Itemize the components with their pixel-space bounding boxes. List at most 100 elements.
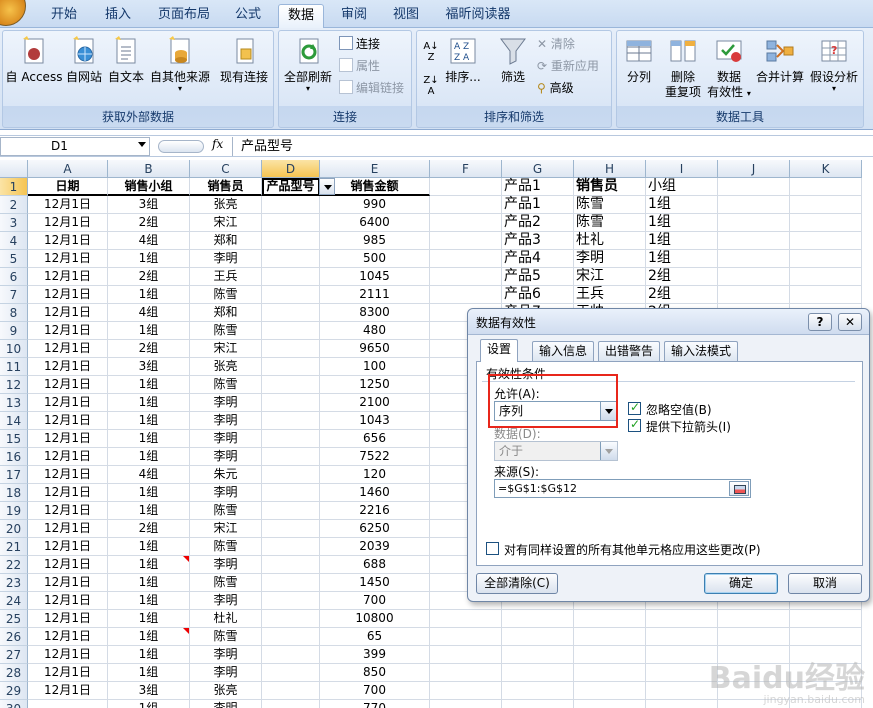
table-cell[interactable]: 1组 [108, 592, 190, 610]
tab-review[interactable]: 审阅 [332, 4, 376, 28]
row-header[interactable]: 23 [0, 574, 28, 592]
column-header-j[interactable]: J [718, 160, 790, 178]
table-cell[interactable]: 12月1日 [28, 214, 108, 232]
cell[interactable] [502, 610, 574, 628]
side-table-cell[interactable]: 陈雪 [574, 196, 646, 214]
table-cell[interactable]: 100 [320, 358, 430, 376]
table-cell[interactable] [262, 682, 320, 700]
data-validation-button[interactable]: 数据 有效性 ▾ [707, 35, 751, 101]
cell[interactable] [430, 682, 502, 700]
row-header[interactable]: 26 [0, 628, 28, 646]
header-cell[interactable]: 销售员 [190, 178, 262, 196]
table-cell[interactable] [262, 340, 320, 358]
table-cell[interactable]: 12月1日 [28, 502, 108, 520]
table-cell[interactable] [262, 304, 320, 322]
table-cell[interactable]: 1组 [108, 538, 190, 556]
table-cell[interactable] [262, 268, 320, 286]
comment-indicator-icon[interactable] [183, 628, 189, 634]
table-cell[interactable] [262, 196, 320, 214]
tab-data[interactable]: 数据 [278, 4, 324, 28]
row-header[interactable]: 25 [0, 610, 28, 628]
tab-foxit-reader[interactable]: 福昕阅读器 [436, 4, 520, 28]
column-header-c[interactable]: C [190, 160, 262, 178]
table-cell[interactable]: 1043 [320, 412, 430, 430]
table-cell[interactable]: 656 [320, 430, 430, 448]
table-cell[interactable] [262, 358, 320, 376]
cell[interactable] [502, 646, 574, 664]
table-cell[interactable]: 850 [320, 664, 430, 682]
side-table-cell[interactable]: 1组 [646, 196, 718, 214]
sort-button[interactable]: A ZZ A 排序... [443, 35, 483, 85]
table-cell[interactable]: 12月1日 [28, 592, 108, 610]
table-cell[interactable]: 12月1日 [28, 610, 108, 628]
tab-input-message[interactable]: 输入信息 [532, 341, 595, 361]
chevron-down-icon[interactable] [319, 178, 335, 195]
chevron-down-icon[interactable] [138, 142, 146, 147]
table-cell[interactable] [262, 628, 320, 646]
formula-input[interactable]: 产品型号 [232, 137, 873, 156]
row-header[interactable]: 22 [0, 556, 28, 574]
table-cell[interactable]: 1450 [320, 574, 430, 592]
side-table-cell[interactable]: 产品1 [502, 196, 574, 214]
table-cell[interactable] [262, 520, 320, 538]
cell[interactable] [430, 664, 502, 682]
table-cell[interactable]: 12月1日 [28, 430, 108, 448]
dialog-title-bar[interactable]: 数据有效性 ? ✕ [468, 309, 869, 335]
row-header[interactable]: 14 [0, 412, 28, 430]
cell[interactable] [718, 232, 790, 250]
name-box[interactable]: D1 [0, 137, 150, 156]
table-cell[interactable]: 1组 [108, 628, 190, 646]
table-cell[interactable] [262, 646, 320, 664]
help-button[interactable]: ? [808, 313, 832, 331]
table-cell[interactable]: 1组 [108, 610, 190, 628]
table-cell[interactable]: 李明 [190, 664, 262, 682]
clear-filter-button[interactable]: ✕ 清除 [537, 35, 575, 53]
side-header-cell[interactable]: 小组 [646, 178, 718, 196]
table-cell[interactable]: 2111 [320, 286, 430, 304]
table-cell[interactable]: 1组 [108, 700, 190, 708]
row-header[interactable]: 8 [0, 304, 28, 322]
row-header[interactable]: 4 [0, 232, 28, 250]
header-cell[interactable]: 日期 [28, 178, 108, 196]
table-cell[interactable] [262, 412, 320, 430]
row-header[interactable]: 7 [0, 286, 28, 304]
cell[interactable] [430, 178, 502, 196]
row-header[interactable]: 17 [0, 466, 28, 484]
comment-indicator-icon[interactable] [183, 556, 189, 562]
side-table-cell[interactable]: 产品2 [502, 214, 574, 232]
table-cell[interactable] [262, 610, 320, 628]
table-cell[interactable]: 480 [320, 322, 430, 340]
cell[interactable] [718, 610, 790, 628]
ignore-blank-checkbox[interactable] [628, 400, 641, 415]
row-header[interactable]: 11 [0, 358, 28, 376]
table-cell[interactable] [262, 700, 320, 708]
cell[interactable] [430, 700, 502, 708]
cell[interactable] [790, 610, 862, 628]
table-cell[interactable] [262, 484, 320, 502]
table-cell[interactable]: 399 [320, 646, 430, 664]
row-header[interactable]: 2 [0, 196, 28, 214]
row-header[interactable]: 20 [0, 520, 28, 538]
table-cell[interactable]: 1组 [108, 646, 190, 664]
cell[interactable] [790, 286, 862, 304]
table-cell[interactable]: 10800 [320, 610, 430, 628]
table-cell[interactable]: 12月1日 [28, 574, 108, 592]
table-cell[interactable]: 7522 [320, 448, 430, 466]
side-header-cell[interactable]: 销售员 [574, 178, 646, 196]
table-cell[interactable]: 12月1日 [28, 556, 108, 574]
reapply-button[interactable]: ⟳ 重新应用 [537, 57, 599, 75]
cell[interactable] [430, 232, 502, 250]
row-header[interactable]: 30 [0, 700, 28, 708]
row-header[interactable]: 29 [0, 682, 28, 700]
side-table-cell[interactable]: 1组 [646, 232, 718, 250]
cell[interactable] [790, 268, 862, 286]
table-cell[interactable]: 12月1日 [28, 394, 108, 412]
table-cell[interactable]: 9650 [320, 340, 430, 358]
cell[interactable] [430, 196, 502, 214]
table-cell[interactable]: 12月1日 [28, 664, 108, 682]
from-other-sources-button[interactable]: 自其他来源 ▾ [147, 35, 213, 93]
table-cell[interactable]: 3组 [108, 682, 190, 700]
table-cell[interactable]: 700 [320, 682, 430, 700]
table-cell[interactable]: 李明 [190, 484, 262, 502]
tab-settings[interactable]: 设置 [480, 339, 519, 362]
